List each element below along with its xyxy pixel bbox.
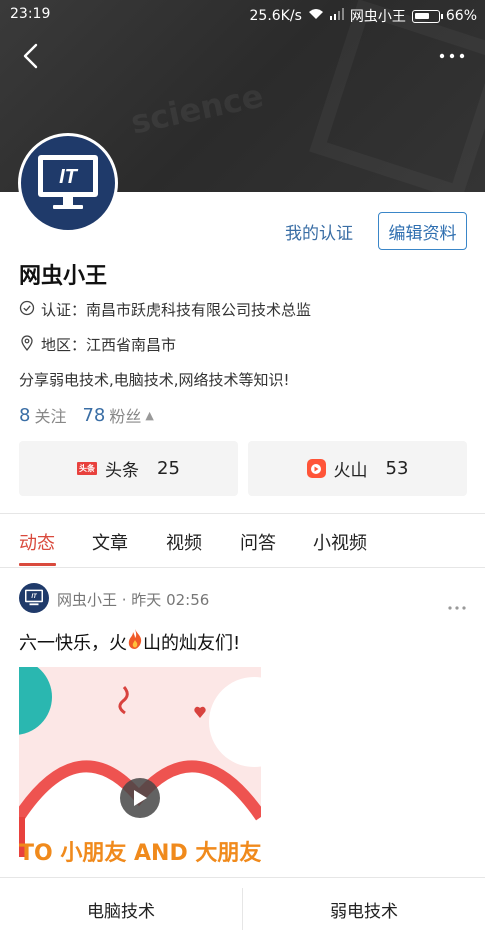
tab-short-videos[interactable]: 小视频 bbox=[313, 529, 367, 555]
more-dots-icon[interactable] bbox=[437, 44, 467, 68]
region-line: 地区：江西省南昌市 bbox=[19, 334, 176, 355]
battery-level: 66% bbox=[445, 8, 477, 24]
my-cert-link[interactable]: 我的认证 bbox=[285, 219, 353, 244]
tabs-divider bbox=[0, 567, 485, 568]
location-pin-icon bbox=[19, 334, 35, 355]
certification-text: 认证：南昌市跃虎科技有限公司技术总监 bbox=[41, 301, 312, 319]
menu-computer-tech[interactable]: 电脑技术 bbox=[0, 878, 242, 940]
toutiao-card[interactable]: 头条 头条 25 bbox=[19, 441, 238, 496]
bottom-menu-bar: 电脑技术 弱电技术 bbox=[0, 877, 485, 940]
post-meta: 网虫小王 · 昨天 02:56 bbox=[57, 591, 210, 609]
thumbnail-caption: TO 小朋友 AND 大朋友 bbox=[19, 841, 261, 866]
tab-videos[interactable]: 视频 bbox=[166, 529, 202, 555]
status-time: 23:19 bbox=[10, 6, 51, 22]
flame-icon bbox=[127, 628, 143, 655]
network-speed: 25.6K/s bbox=[249, 8, 302, 24]
region-text: 地区：江西省南昌市 bbox=[41, 336, 177, 354]
edit-profile-button[interactable]: 编辑资料 bbox=[378, 212, 467, 250]
back-icon[interactable] bbox=[18, 42, 46, 70]
check-circle-icon bbox=[19, 300, 35, 320]
avatar[interactable]: IT bbox=[18, 133, 118, 233]
svg-text:IT: IT bbox=[59, 166, 79, 188]
menu-weak-current-tech[interactable]: 弱电技术 bbox=[243, 878, 485, 940]
section-divider bbox=[0, 513, 485, 514]
profile-name: 网虫小王 bbox=[19, 264, 108, 289]
cover-pattern: science bbox=[127, 76, 267, 142]
computer-monitor-icon: IT bbox=[38, 155, 98, 209]
caret-up-icon[interactable]: ▲ bbox=[145, 409, 153, 422]
tab-dongtai[interactable]: 动态 bbox=[19, 529, 55, 555]
active-tab-indicator bbox=[19, 563, 56, 566]
huoshan-logo-icon bbox=[306, 459, 326, 478]
post-video-thumbnail[interactable]: TO 小朋友 AND 大朋友 bbox=[19, 667, 261, 875]
toutiao-logo-icon: 头条 bbox=[77, 462, 98, 475]
battery-icon bbox=[411, 9, 443, 23]
tab-articles[interactable]: 文章 bbox=[92, 529, 128, 555]
post-author-avatar[interactable]: IT bbox=[19, 583, 49, 613]
tab-qa[interactable]: 问答 bbox=[240, 529, 276, 555]
toutiao-label: 头条 bbox=[105, 461, 140, 481]
follow-stats: 8 关注 78 粉丝 ▲ bbox=[19, 403, 154, 427]
play-icon[interactable] bbox=[120, 778, 160, 818]
carrier-name: 网虫小王 bbox=[349, 9, 406, 25]
huoshan-card[interactable]: 火山 53 bbox=[248, 441, 467, 496]
post-text-start: 六一快乐，火 bbox=[19, 632, 127, 654]
wifi-icon bbox=[308, 8, 324, 24]
following-count[interactable]: 8 bbox=[19, 405, 30, 426]
followers-label[interactable]: 粉丝 bbox=[109, 403, 141, 427]
post-text[interactable]: 六一快乐，火 山的灿友们! bbox=[19, 628, 240, 655]
huoshan-label: 火山 bbox=[333, 461, 368, 481]
computer-monitor-icon: IT bbox=[25, 589, 43, 606]
toutiao-count: 25 bbox=[157, 458, 180, 479]
following-label[interactable]: 关注 bbox=[34, 403, 66, 427]
profile-bio: 分享弱电技术,电脑技术,网络技术等知识! bbox=[19, 371, 290, 389]
post-text-end: 山的灿友们! bbox=[143, 632, 241, 654]
post-more-icon[interactable] bbox=[447, 596, 467, 610]
certification-line: 认证：南昌市跃虎科技有限公司技术总监 bbox=[19, 299, 311, 320]
followers-count[interactable]: 78 bbox=[82, 405, 105, 426]
content-tabs: 动态 文章 视频 问答 小视频 bbox=[0, 515, 485, 567]
signal-icon bbox=[329, 8, 344, 24]
status-bar: 23:19 25.6K/s 网虫小王 66% bbox=[0, 0, 485, 30]
huoshan-count: 53 bbox=[385, 458, 409, 479]
